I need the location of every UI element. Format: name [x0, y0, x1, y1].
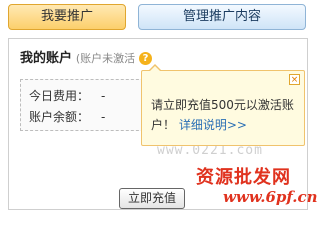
brand-watermark: 资源批发网	[196, 167, 291, 188]
brand-domain-watermark: www.6pf.cn	[223, 188, 318, 206]
tooltip-message: 请立即充值500元以激活账户！ 详细说明>>	[151, 95, 297, 135]
activation-tooltip: × 请立即充值500元以激活账户！ 详细说明>>	[141, 64, 305, 146]
today-cost-label: 今日费用：	[29, 89, 90, 103]
tab-manage-content[interactable]: 管理推广内容	[138, 4, 306, 30]
tooltip-arrow-inner	[149, 66, 161, 72]
balance-label: 账户余额：	[29, 110, 90, 124]
details-link[interactable]: 详细说明>>	[179, 118, 247, 132]
account-status: (账户未激活	[75, 52, 136, 65]
close-icon[interactable]: ×	[289, 74, 300, 85]
today-cost-row: 今日费用： -	[29, 87, 105, 104]
today-cost-value: -	[101, 89, 106, 103]
tab-promote[interactable]: 我要推广	[8, 4, 126, 30]
account-title-row: 我的账户 (账户未激活 ?	[20, 47, 152, 66]
account-stats: 今日费用： - 账户余额： -	[20, 79, 154, 131]
account-title: 我的账户	[20, 51, 73, 66]
balance-row: 账户余额： -	[29, 108, 105, 125]
recharge-button[interactable]: 立即充值	[119, 188, 185, 209]
balance-value: -	[101, 110, 106, 124]
